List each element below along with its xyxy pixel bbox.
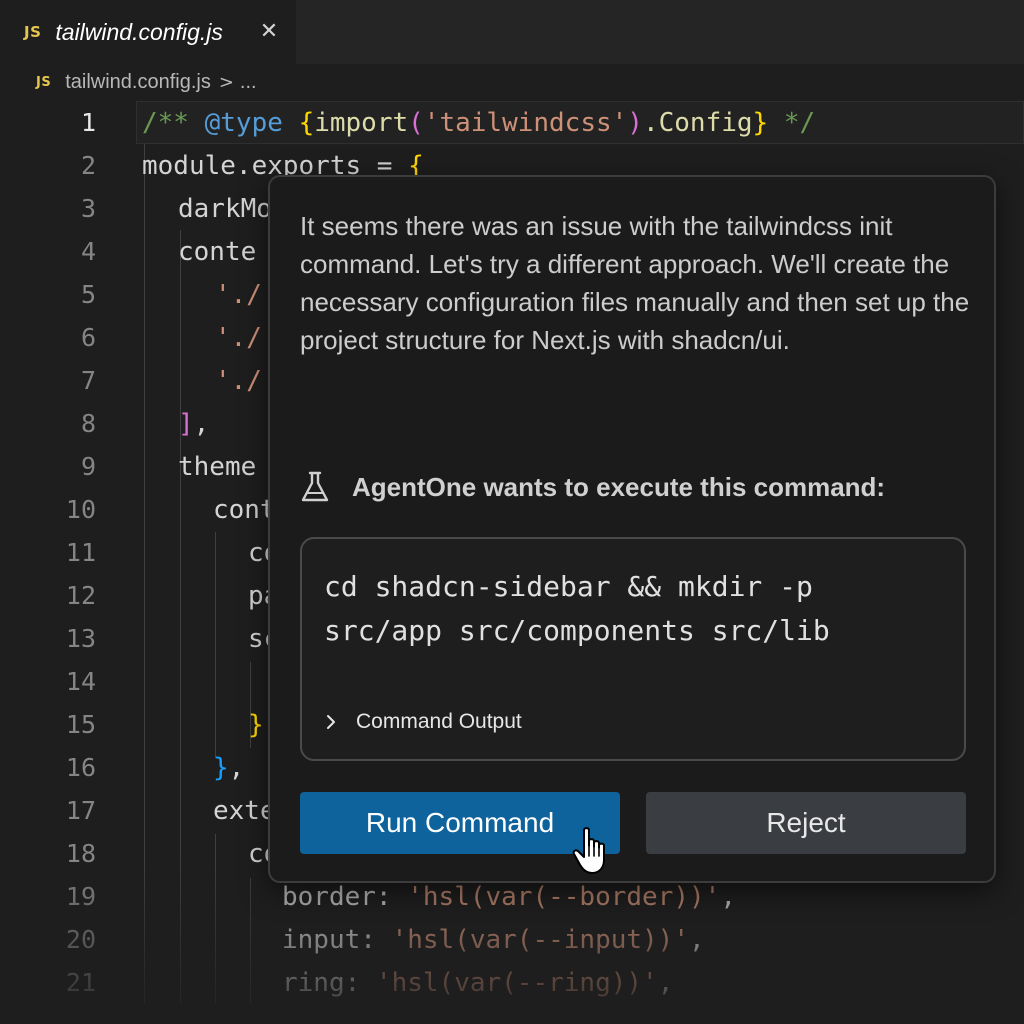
- line-number: 7: [80, 366, 96, 395]
- code-text: './: [215, 279, 262, 310]
- agent-message: It seems there was an issue with the tai…: [300, 211, 970, 355]
- line-number: 16: [65, 753, 96, 782]
- command-output-label: Command Output: [356, 710, 522, 733]
- command-line: src/app src/components src/lib: [324, 614, 830, 647]
- editor-tab-bar: JS tailwind.config.js ✕: [0, 0, 1024, 64]
- code-text: },: [213, 752, 245, 783]
- code-text: input: 'hsl(var(--input))',: [282, 924, 705, 955]
- code-text: }: [248, 709, 264, 740]
- line-number: 4: [80, 237, 96, 266]
- reject-button[interactable]: Reject: [646, 792, 966, 854]
- line-number: 9: [80, 452, 96, 481]
- command-heading-text: AgentOne wants to execute this command:: [352, 471, 886, 502]
- command-box: cd shadcn-sidebar && mkdir -p src/app sr…: [300, 537, 966, 761]
- line-number: 18: [65, 839, 96, 868]
- line-number: 13: [65, 624, 96, 653]
- code-text: exte: [213, 795, 276, 826]
- flask-icon: [301, 471, 329, 502]
- line-number: 21: [65, 968, 96, 997]
- breadcrumb-file[interactable]: tailwind.config.js: [65, 71, 211, 94]
- line-number: 5: [80, 280, 96, 309]
- command-text: cd shadcn-sidebar && mkdir -p src/app sr…: [324, 565, 944, 653]
- code-text: './: [215, 365, 262, 396]
- line-number: 11: [65, 538, 96, 567]
- agent-command-panel: It seems there was an issue with the tai…: [268, 175, 996, 883]
- command-request-heading: AgentOne wants to execute this command:: [300, 467, 885, 507]
- code-text: cont: [213, 494, 276, 525]
- js-file-icon: JS: [24, 23, 42, 41]
- code-text: border: 'hsl(var(--border))',: [282, 881, 736, 912]
- tab-title: tailwind.config.js: [55, 18, 223, 45]
- code-line: 21 ring: 'hsl(var(--ring))',: [0, 961, 1024, 1004]
- code-text: darkMo: [178, 193, 272, 224]
- line-number: 1: [80, 108, 96, 137]
- tab-tailwind-config[interactable]: JS tailwind.config.js ✕: [0, 0, 296, 64]
- code-text: './: [215, 322, 262, 353]
- line-number: 15: [65, 710, 96, 739]
- line-number: 8: [80, 409, 96, 438]
- breadcrumb: JS tailwind.config.js > ...: [0, 64, 1024, 100]
- code-line: 1 /** @type {import('tailwindcss').Confi…: [0, 101, 1024, 144]
- line-number: 12: [65, 581, 96, 610]
- js-file-icon: JS: [36, 74, 52, 90]
- line-number: 19: [65, 882, 96, 911]
- chevron-right-icon: [327, 715, 335, 729]
- code-text: /** @type {import('tailwindcss').Config}…: [142, 107, 816, 138]
- code-text: ring: 'hsl(var(--ring))',: [282, 967, 674, 998]
- hand-pointer-cursor: [572, 827, 605, 874]
- breadcrumb-more[interactable]: ...: [240, 71, 257, 94]
- code-text: ],: [178, 408, 210, 439]
- line-number: 14: [65, 667, 96, 696]
- code-text: theme: [178, 451, 257, 482]
- line-number: 6: [80, 323, 96, 352]
- line-number: 20: [65, 925, 96, 954]
- breadcrumb-separator: >: [218, 71, 234, 93]
- line-number: 10: [65, 495, 96, 524]
- command-output-toggle[interactable]: Command Output: [324, 707, 522, 737]
- code-line: 20 input: 'hsl(var(--input))',: [0, 918, 1024, 961]
- close-icon[interactable]: ✕: [258, 18, 280, 44]
- command-line: cd shadcn-sidebar && mkdir -p: [324, 570, 813, 603]
- code-text: conte: [178, 236, 257, 267]
- line-number: 2: [80, 151, 96, 180]
- line-number: 17: [65, 796, 96, 825]
- line-number: 3: [80, 194, 96, 223]
